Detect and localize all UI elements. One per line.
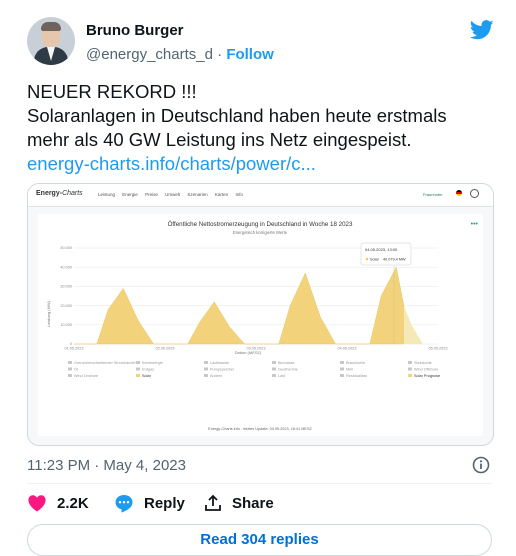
legend-item-15: Last — [278, 374, 286, 378]
tooltip-date: 04.05.2023, 13:00 — [365, 247, 398, 252]
nav-item-energie[interactable]: Energie — [122, 192, 138, 197]
twitter-bird-icon[interactable] — [470, 20, 494, 40]
y-tick-label-4: 40.000 — [60, 265, 72, 269]
handle-separator: · — [212, 46, 227, 63]
heart-icon — [28, 495, 46, 512]
author-handle-row: @energy_charts_d · Follow — [86, 46, 274, 63]
legend-item-14: Andere — [210, 374, 222, 378]
reply-label: Reply — [144, 495, 185, 512]
avatar[interactable] — [27, 17, 75, 65]
tweet-text: NEUER REKORD !!! Solaranlagen in Deutsch… — [27, 80, 497, 176]
y-tick-label-1: 10.000 — [60, 323, 72, 327]
reply-button[interactable]: Reply — [114, 494, 185, 513]
legend-swatch-9 — [272, 367, 276, 371]
tweet-text-line-1: NEUER REKORD !!! — [27, 81, 197, 102]
legend-swatch-1 — [136, 361, 140, 364]
energy-charts-nav: Leistung Energie Preise Umwelt Szenarien… — [98, 192, 249, 197]
tweet-link[interactable]: energy-charts.info/charts/power/c... — [27, 152, 497, 176]
x-axis-label: Datum (MESZ) — [235, 350, 262, 355]
chart-title: Öffentliche Nettostromerzeugung in Deuts… — [168, 221, 353, 228]
legend-item-1: Kernenergie — [142, 361, 163, 365]
nav-item-info[interactable]: Info — [235, 192, 243, 197]
like-button[interactable]: 2.2K — [27, 494, 89, 512]
tooltip: 04.05.2023, 13:00 Solar 40.079,4 MW — [360, 242, 412, 266]
fraunhofer-logo: Fraunhofer — [423, 192, 443, 197]
follow-button[interactable]: Follow — [226, 46, 274, 63]
y-tick-label-5: 50.000 — [60, 246, 72, 250]
legend-swatch-15 — [272, 374, 276, 377]
divider — [27, 483, 492, 484]
legend-item-0: Grenzüberschreitender Stromhandel — [74, 361, 136, 365]
legend-swatch-2 — [204, 361, 208, 364]
legend-swatch-17 — [408, 374, 412, 377]
legend-swatch-6 — [68, 367, 72, 371]
author-name[interactable]: Bruno Burger — [86, 22, 184, 39]
legend-swatch-8 — [204, 367, 208, 371]
legend-swatch-12 — [68, 374, 72, 377]
legend-item-13: Solar — [142, 374, 152, 378]
author-handle[interactable]: @energy_charts_d — [86, 46, 213, 63]
energy-charts-logo[interactable]: Energy-Charts — [36, 190, 83, 197]
tooltip-series: Solar — [370, 258, 380, 262]
y-tick-label-3: 30.000 — [60, 285, 72, 289]
chart-svg: Öffentliche Nettostromerzeugung in Deuts… — [46, 221, 479, 431]
legend-item-9: Geothermie — [278, 368, 298, 372]
share-label: Share — [232, 494, 274, 512]
info-icon[interactable] — [472, 456, 490, 474]
legend-item-12: Wind Onshore — [74, 374, 98, 378]
y-tick-label-2: 20.000 — [60, 304, 72, 308]
legend-item-2: Laufwasser — [210, 361, 230, 365]
legend-item-8: Pumpspeicher — [210, 368, 235, 372]
legend-swatch-14 — [204, 374, 208, 377]
x-tick-label-4: 05.05.2023 — [428, 347, 447, 351]
tweet-text-line-3: mehr als 40 GW Leistung ins Netz eingesp… — [27, 129, 412, 150]
legend-item-6: Öl — [74, 368, 78, 372]
tweet: Bruno Burger @energy_charts_d · Follow N… — [0, 0, 516, 556]
tweet-timestamp[interactable]: 11:23 PM · May 4, 2023 — [27, 457, 186, 474]
tweet-text-line-2: Solaranlagen in Deutschland haben heute … — [27, 105, 447, 126]
chart-panel: Öffentliche Nettostromerzeugung in Deuts… — [38, 214, 483, 436]
legend-item-17: Solar Prognose — [414, 374, 440, 378]
legend-swatch-3 — [272, 361, 276, 364]
globe-icon[interactable] — [470, 189, 479, 198]
legend-item-3: Biomasse — [278, 361, 295, 365]
german-flag-icon[interactable] — [456, 190, 462, 196]
energy-charts-header: Energy-Charts Leistung Energie Preise Um… — [28, 184, 493, 207]
legend-item-11: Wind Offshore — [414, 368, 438, 372]
legend-swatch-0 — [68, 361, 72, 364]
nav-item-leistung[interactable]: Leistung — [98, 192, 115, 197]
legend-swatch-5 — [408, 361, 412, 364]
legend-item-16: Residuallast — [346, 374, 368, 378]
legend-item-7: Erdgas — [142, 368, 154, 372]
read-replies-button[interactable]: Read 304 replies — [27, 524, 492, 556]
legend-swatch-10 — [340, 367, 344, 371]
x-tick-label-1: 02.05.2023 — [155, 347, 174, 351]
legend-swatch-4 — [340, 361, 344, 364]
legend-item-5: Steinkohle — [414, 361, 432, 365]
media-card[interactable]: Energy-Charts Leistung Energie Preise Um… — [27, 183, 494, 446]
x-tick-label-3: 04.05.2023 — [337, 347, 356, 351]
x-tick-label-2: 03.05.2023 — [246, 347, 265, 351]
share-icon — [205, 494, 221, 511]
x-tick-label-0: 01.05.2023 — [64, 347, 83, 351]
share-button[interactable]: Share — [204, 494, 274, 512]
chart-subtitle: Energetisch korrigierte Werte — [233, 230, 288, 235]
legend-swatch-16 — [340, 374, 344, 377]
legend-item-4: Braunkohle — [346, 361, 365, 365]
legend-swatch-13 — [136, 374, 140, 377]
nav-item-preise[interactable]: Preise — [145, 192, 158, 197]
legend-swatch-11 — [408, 367, 412, 371]
chart-menu-icon[interactable]: ••• — [471, 221, 479, 228]
nav-item-karten[interactable]: Karten — [215, 192, 228, 197]
tooltip-value: 40.079,4 MW — [383, 258, 406, 262]
legend-item-10: Müll — [346, 368, 353, 372]
nav-item-umwelt[interactable]: Umwelt — [165, 192, 180, 197]
reply-bubble-icon — [115, 495, 133, 513]
y-axis-label: Leistung (MW) — [46, 300, 51, 327]
chart-footer: Energy-Charts.info - letztes Update: 04.… — [208, 427, 312, 431]
like-count: 2.2K — [57, 494, 89, 512]
nav-item-szenarien[interactable]: Szenarien — [187, 192, 207, 197]
legend-swatch-7 — [136, 367, 140, 371]
